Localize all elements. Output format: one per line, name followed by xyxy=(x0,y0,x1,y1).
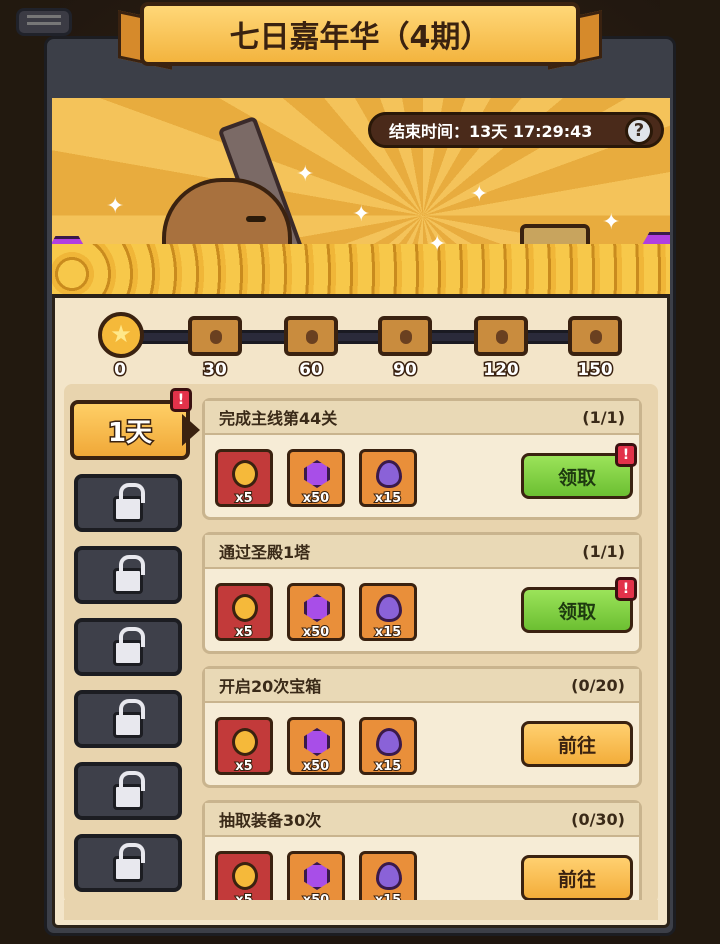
gem-icon xyxy=(304,460,330,488)
task-card: 通过圣殿1塔 (1/1) x5 x50 x15 领取 ! xyxy=(202,532,642,654)
help-icon[interactable]: ? xyxy=(625,117,653,145)
end-time-text: 结束时间：13天 17:29:43 xyxy=(389,122,593,141)
task-card: 开启20次宝箱 (0/20) x5 x50 x15 前往 xyxy=(202,666,642,788)
milestone-label: 90 xyxy=(392,359,419,382)
star-medal-icon: ★ xyxy=(98,312,144,358)
reward-egg[interactable]: x15 xyxy=(359,583,417,641)
task-card: 完成主线第44关 (1/1) x5 x50 x15 领取 ! xyxy=(202,398,642,520)
task-progress: (0/20) xyxy=(571,675,625,695)
reward-gem[interactable]: x50 xyxy=(287,449,345,507)
lock-icon xyxy=(113,555,145,594)
task-progress: (0/30) xyxy=(571,809,625,829)
day-tab-arrow xyxy=(182,414,200,446)
egg-icon xyxy=(376,460,402,488)
reward-medal[interactable]: x5 xyxy=(215,717,273,775)
reward-egg[interactable]: x15 xyxy=(359,717,417,775)
alert-badge: ! xyxy=(615,577,637,601)
milestone-label: 150 xyxy=(576,359,615,382)
sparkle-icon: ✦ xyxy=(352,202,371,227)
go-button[interactable]: 前往 xyxy=(521,855,633,901)
milestone-chest-60[interactable] xyxy=(284,316,338,356)
task-progress: (1/1) xyxy=(582,541,625,561)
milestone-label: 120 xyxy=(482,359,521,382)
go-button[interactable]: 前往 xyxy=(521,721,633,767)
sparkle-icon: ✦ xyxy=(470,182,489,207)
day-tab-locked[interactable] xyxy=(74,762,182,820)
egg-icon xyxy=(376,862,402,890)
task-card: 抽取装备30次(0/30) x5 x50 x15 前往 xyxy=(202,800,642,916)
lock-icon xyxy=(113,843,145,882)
day-tab-locked[interactable] xyxy=(74,546,182,604)
gem-icon xyxy=(304,594,330,622)
task-progress: (1/1) xyxy=(582,407,625,427)
medal-icon xyxy=(232,862,258,890)
task-title: 完成主线第44关 xyxy=(219,409,338,428)
reward-medal[interactable]: x5 xyxy=(215,449,273,507)
menu-icon[interactable] xyxy=(16,8,72,36)
sparkle-icon: ✦ xyxy=(428,232,447,257)
gem-icon xyxy=(304,728,330,756)
day-tab-label: 1天 xyxy=(106,416,153,449)
list-bottom-edge xyxy=(64,900,658,920)
day-tab-locked[interactable] xyxy=(74,690,182,748)
lock-icon xyxy=(113,627,145,666)
task-title: 抽取装备30次 xyxy=(219,811,322,830)
egg-icon xyxy=(376,728,402,756)
milestone-chest-30[interactable] xyxy=(188,316,242,356)
day-tab-locked[interactable] xyxy=(74,474,182,532)
medal-icon xyxy=(232,594,258,622)
end-time-pill: 结束时间：13天 17:29:43 ? xyxy=(368,112,664,148)
milestone-label: 30 xyxy=(202,359,229,382)
sparkle-icon: ✦ xyxy=(296,162,315,187)
title-bar: 七日嘉年华（4期） xyxy=(140,2,580,66)
day-tab-locked[interactable] xyxy=(74,618,182,676)
milestone-chest-90[interactable] xyxy=(378,316,432,356)
reward-egg[interactable]: x15 xyxy=(359,449,417,507)
sparkle-icon: ✦ xyxy=(106,194,125,219)
gem-icon xyxy=(304,862,330,890)
lock-icon xyxy=(113,771,145,810)
task-title: 通过圣殿1塔 xyxy=(219,543,311,562)
reward-medal[interactable]: x5 xyxy=(215,583,273,641)
alert-badge: ! xyxy=(615,443,637,467)
milestone-chest-150[interactable] xyxy=(568,316,622,356)
milestone-label: 60 xyxy=(298,359,325,382)
milestone-chest-120[interactable] xyxy=(474,316,528,356)
sparkle-icon: ✦ xyxy=(602,210,621,235)
egg-icon xyxy=(376,594,402,622)
reward-gem[interactable]: x50 xyxy=(287,717,345,775)
medal-icon xyxy=(232,460,258,488)
reward-gem[interactable]: x50 xyxy=(287,583,345,641)
lock-icon xyxy=(113,483,145,522)
alert-badge: ! xyxy=(170,388,192,412)
task-title: 开启20次宝箱 xyxy=(219,677,322,696)
coin-pile xyxy=(52,244,670,294)
medal-icon xyxy=(232,728,258,756)
lock-icon xyxy=(113,699,145,738)
page-title: 七日嘉年华（4期） xyxy=(229,20,491,55)
progress-value: 0 xyxy=(113,359,128,382)
day-tab-locked[interactable] xyxy=(74,834,182,892)
